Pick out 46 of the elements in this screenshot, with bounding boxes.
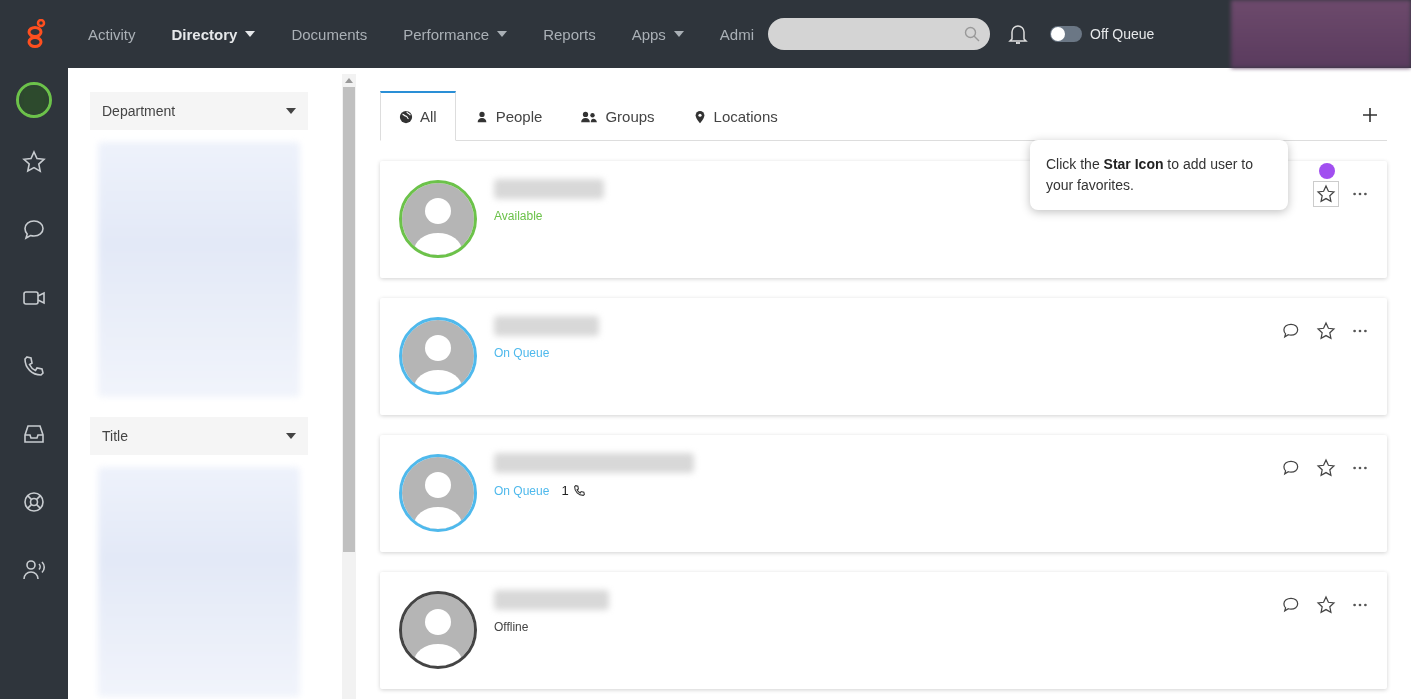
bell-icon[interactable] — [1008, 23, 1029, 45]
filter-dropdown[interactable]: Title — [90, 417, 308, 455]
tab[interactable]: People — [455, 91, 562, 141]
globe-icon — [399, 109, 413, 124]
nav-link[interactable]: Reports — [525, 25, 614, 43]
filter-dropdown[interactable]: Department — [90, 92, 308, 130]
nav-link[interactable]: Apps — [613, 25, 702, 43]
presence-status: On Queue — [494, 346, 550, 360]
caret-icon — [286, 433, 296, 439]
favorite-star-button[interactable] — [1313, 181, 1339, 207]
presence-status: Available — [494, 209, 543, 223]
chat-icon[interactable] — [22, 218, 46, 242]
nav-link[interactable]: Performance — [385, 25, 526, 43]
tab[interactable]: Groups — [561, 91, 674, 141]
tooltip-text: Click the Star Icon to add user to your favorites. — [1046, 156, 1253, 193]
person-card[interactable]: On Queue 1 — [380, 435, 1387, 552]
user-avatar[interactable] — [16, 82, 52, 118]
scrollbar-thumb[interactable] — [343, 87, 355, 552]
scroll-up-icon[interactable] — [345, 78, 353, 83]
search-field[interactable] — [768, 18, 991, 50]
nav-link[interactable]: Directory — [153, 25, 274, 43]
star-icon[interactable] — [22, 150, 46, 174]
tab[interactable]: Locations — [673, 91, 797, 141]
queue-toggle[interactable] — [1050, 26, 1083, 42]
queue-label: Off Queue — [1090, 26, 1155, 42]
phone-icon — [572, 484, 586, 497]
nav-link[interactable]: Admi — [701, 25, 773, 43]
people-icon — [580, 109, 599, 124]
person-speaking-icon[interactable] — [22, 558, 46, 582]
add-icon[interactable] — [1363, 108, 1377, 122]
presence-status: Offline — [494, 620, 529, 634]
chat-icon[interactable] — [1281, 595, 1301, 615]
caret-icon — [286, 108, 296, 114]
presence-status: On Queue — [494, 483, 550, 498]
nav-link[interactable]: Activity — [70, 25, 154, 43]
chat-icon[interactable] — [1281, 321, 1301, 341]
inbox-icon[interactable] — [22, 422, 46, 446]
logo-icon[interactable] — [26, 19, 46, 49]
call-count: 1 — [561, 483, 569, 498]
search-icon — [964, 26, 981, 42]
chat-icon[interactable] — [1281, 458, 1301, 478]
person-card[interactable]: Offline — [380, 572, 1387, 689]
nav-link[interactable]: Documents — [273, 25, 386, 43]
lifebuoy-icon[interactable] — [22, 490, 46, 514]
phone-icon[interactable] — [22, 354, 46, 378]
tab[interactable]: All — [380, 91, 456, 141]
